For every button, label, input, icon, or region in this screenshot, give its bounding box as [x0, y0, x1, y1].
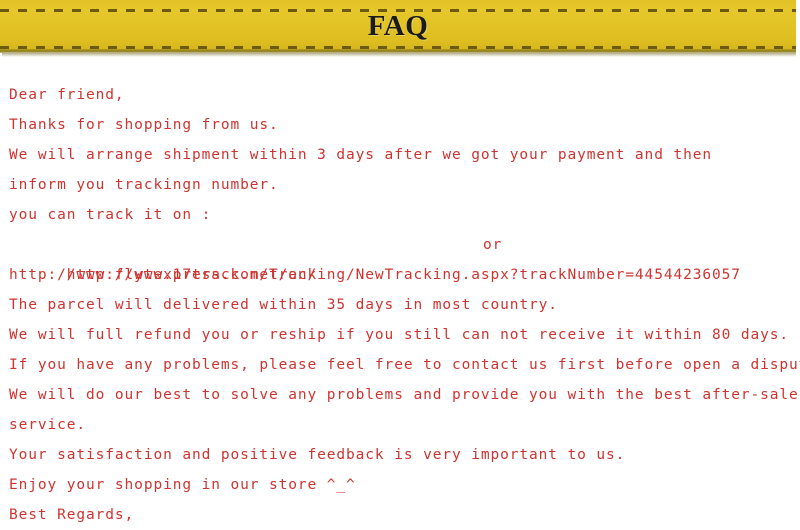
- faq-line-track-url-1: http://www.17track.net/en/ or: [9, 230, 800, 283]
- faq-banner: FAQ: [0, 0, 796, 58]
- faq-line-shipment-time: We will arrange shipment within 3 days a…: [9, 147, 712, 163]
- faq-line-delivery-time: The parcel will delivered within 35 days…: [9, 297, 558, 313]
- page-title: FAQ: [367, 10, 429, 42]
- faq-page: FAQ Dear friend, Thanks for shopping fro…: [0, 0, 800, 526]
- faq-line-service: service.: [9, 417, 87, 433]
- faq-line-inform-tracking: inform you trackingn number.: [9, 177, 279, 193]
- faq-line-refund-policy: We will full refund you or reship if you…: [9, 327, 790, 343]
- faq-line-thanks: Thanks for shopping from us.: [9, 117, 279, 133]
- banner-background: FAQ: [0, 0, 796, 53]
- faq-line-greeting: Dear friend,: [9, 87, 125, 103]
- faq-line-feedback: Your satisfaction and positive feedback …: [9, 447, 626, 463]
- faq-line-track-url-2[interactable]: http://www.flytexpress.com/Tracking/NewT…: [9, 260, 800, 290]
- faq-body: Dear friend, Thanks for shopping from us…: [0, 58, 800, 526]
- faq-line-track-intro: you can track it on :: [9, 207, 212, 223]
- faq-line-enjoy: Enjoy your shopping in our store ^_^: [9, 477, 356, 493]
- faq-line-contact-first: If you have any problems, please feel fr…: [9, 357, 800, 373]
- banner-drop-shadow: [2, 53, 796, 57]
- tracking-separator: or: [483, 237, 503, 253]
- faq-line-best-effort: We will do our best to solve any problem…: [9, 387, 799, 403]
